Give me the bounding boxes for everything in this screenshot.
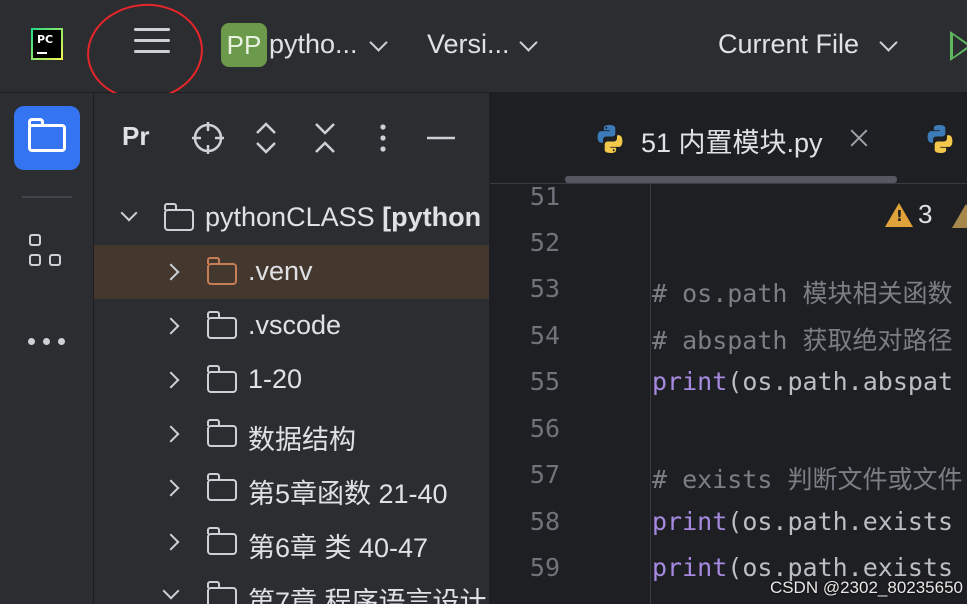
tree-item-venv[interactable]: .venv: [94, 245, 489, 299]
tree-item-chapter6[interactable]: 第6章 类 40-47: [94, 515, 489, 569]
tree-item-chapter5[interactable]: 第5章函数 21-40: [94, 461, 489, 515]
tree-root-suffix: [python: [382, 202, 482, 232]
tree-item-label: 第5章函数 21-40: [248, 479, 448, 509]
warning-count: 3: [918, 199, 933, 229]
tree-item-1-20[interactable]: 1-20: [94, 353, 489, 407]
chevron-down-icon[interactable]: [162, 582, 180, 600]
collapse-all-icon[interactable]: [308, 121, 342, 155]
line-number: 51: [529, 182, 560, 211]
folder-icon: [163, 203, 194, 231]
code-line-58[interactable]: print(os.path.exists: [652, 507, 953, 536]
folder-icon: [206, 527, 237, 555]
tree-item-label: 第6章 类 40-47: [248, 533, 429, 563]
code-text: (os.path.exists: [727, 507, 954, 536]
chevron-right-icon[interactable]: [162, 533, 180, 551]
chevron-right-icon[interactable]: [162, 425, 180, 443]
folder-icon: [206, 419, 237, 447]
code-keyword: print: [652, 367, 728, 396]
tool-window-stripe: [0, 93, 94, 604]
python-file-icon: [597, 125, 623, 153]
run-config-chevron-down-icon[interactable]: [879, 33, 898, 52]
folder-icon: [206, 581, 237, 604]
run-icon[interactable]: [950, 31, 967, 61]
weak-warning-icon[interactable]: [952, 204, 967, 228]
expand-all-icon[interactable]: [249, 121, 283, 155]
line-number: 55: [529, 367, 560, 396]
close-icon[interactable]: [850, 129, 868, 147]
tab-scroll-indicator[interactable]: [565, 176, 897, 183]
pycharm-logo-icon[interactable]: PC: [31, 28, 63, 60]
project-tool-button[interactable]: [14, 106, 80, 170]
structure-icon[interactable]: [29, 234, 69, 274]
minimize-icon[interactable]: [424, 121, 458, 155]
watermark: CSDN @2302_80235650: [769, 578, 963, 597]
code-keyword: print: [652, 553, 728, 582]
project-panel-title[interactable]: Pr: [122, 121, 149, 152]
excluded-folder-icon: [206, 257, 237, 285]
more-tool-windows-icon[interactable]: [28, 335, 68, 347]
vcs-chevron-down-icon[interactable]: [519, 33, 538, 52]
code-line-57[interactable]: # exists 判断文件或文件: [652, 460, 962, 496]
chevron-right-icon[interactable]: [162, 263, 180, 281]
tree-item-data-structures[interactable]: 数据结构: [94, 407, 489, 461]
editor-tab-active[interactable]: 51 内置模块.py: [641, 121, 823, 160]
line-number: 58: [529, 507, 560, 536]
tree-item-label: 数据结构: [248, 425, 356, 455]
project-chevron-down-icon[interactable]: [369, 33, 388, 52]
line-number: 54: [529, 321, 560, 350]
tree-item-label: .vscode: [248, 310, 342, 340]
folder-icon: [206, 473, 237, 501]
code-line-54[interactable]: # abspath 获取绝对路径: [652, 321, 953, 357]
editor-area: 51 内置模块.py 51 52 53 54 55 56 57 58 59 3 …: [490, 93, 967, 604]
tree-item-label: 1-20: [248, 364, 303, 394]
line-number: 53: [529, 274, 560, 303]
tree-item-chapter7[interactable]: 第7章 程序语言设计: [94, 569, 489, 604]
locate-icon[interactable]: [191, 121, 225, 155]
editor-tab-bar: 51 内置模块.py: [490, 93, 967, 184]
project-panel: Pr pythonCLASS [python .venv .vscode 1-2…: [94, 93, 489, 604]
code-line-55[interactable]: print(os.path.abspat: [652, 367, 953, 396]
code-keyword: print: [652, 507, 728, 536]
run-config-selector[interactable]: Current File: [718, 29, 859, 60]
chevron-down-icon[interactable]: [120, 204, 138, 222]
stripe-separator: [22, 196, 72, 198]
chevron-right-icon[interactable]: [162, 479, 180, 497]
line-number: 52: [529, 228, 560, 257]
project-name[interactable]: pytho...: [269, 29, 358, 60]
line-number: 59: [529, 553, 560, 582]
tree-item-label: .venv: [248, 256, 313, 286]
more-options-icon[interactable]: [366, 121, 400, 155]
code-line-53[interactable]: # os.path 模块相关函数: [652, 274, 953, 310]
tree-item-label: 第7章 程序语言设计: [248, 587, 487, 604]
chevron-right-icon[interactable]: [162, 371, 180, 389]
line-number: 57: [529, 460, 560, 489]
python-file-icon[interactable]: [924, 123, 956, 155]
folder-icon: [206, 311, 237, 339]
tree-root-label: pythonCLASS: [205, 202, 375, 232]
gutter-divider: [650, 184, 651, 604]
main-menu-button[interactable]: [134, 28, 170, 62]
code-text: (os.path.abspat: [727, 367, 954, 396]
project-badge[interactable]: PP: [221, 23, 267, 67]
title-bar: PC PP pytho... Versi... Current File: [0, 0, 967, 106]
line-number: 56: [529, 414, 560, 443]
chevron-right-icon[interactable]: [162, 317, 180, 335]
tree-root-row[interactable]: pythonCLASS [python: [94, 191, 489, 245]
tree-item-vscode[interactable]: .vscode: [94, 299, 489, 353]
folder-icon: [206, 365, 237, 393]
vcs-widget[interactable]: Versi...: [427, 29, 510, 60]
warning-icon: [885, 203, 913, 227]
folder-icon: [28, 118, 66, 152]
